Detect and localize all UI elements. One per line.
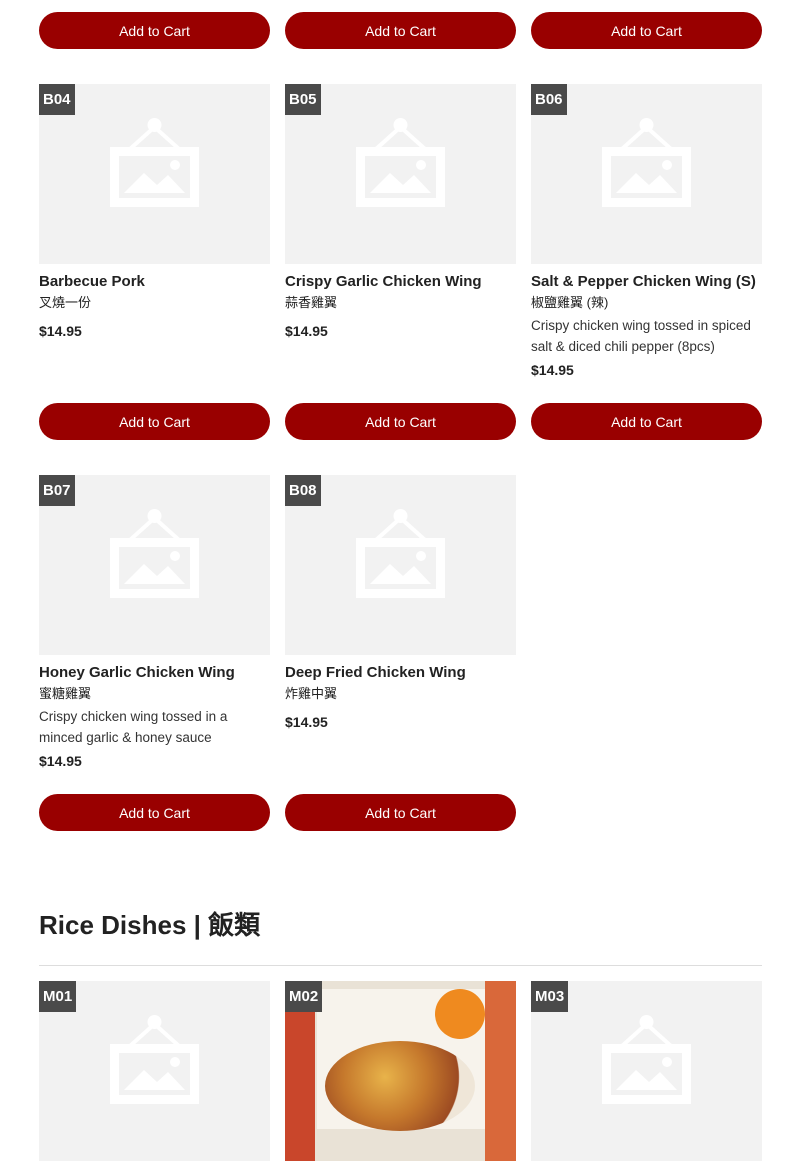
add-to-cart-button[interactable]: Add to Cart: [531, 403, 762, 440]
section-divider: [39, 965, 762, 966]
product-chinese-name: 椒鹽雞翼 (辣): [531, 295, 609, 310]
product-name: Salt & Pepper Chicken Wing (S): [531, 273, 756, 290]
product-image-placeholder[interactable]: B05: [285, 84, 516, 264]
product-image-placeholder[interactable]: M01: [39, 981, 270, 1161]
product-name: Crispy Garlic Chicken Wing: [285, 273, 482, 290]
add-to-cart-button[interactable]: Add to Cart: [531, 12, 762, 49]
product-card-b05: B05 Crispy Garlic Chicken Wing 蒜香雞翼 $14.…: [285, 84, 516, 378]
image-placeholder-icon: [356, 117, 445, 212]
product-chinese-name: 蜜糖雞翼: [39, 686, 92, 701]
add-to-cart-button[interactable]: Add to Cart: [285, 403, 516, 440]
product-image-placeholder[interactable]: M03: [531, 981, 762, 1161]
product-row-m01-m03: M01 M02 M03: [39, 981, 762, 1161]
add-to-cart-button[interactable]: Add to Cart: [39, 403, 270, 440]
product-card-b07: B07 Honey Garlic Chicken Wing 蜜糖雞翼 Crisp…: [39, 475, 270, 769]
product-card-b04: B04 Barbecue Pork 叉燒一份 $14.95: [39, 84, 270, 378]
product-price: $14.95: [285, 714, 328, 730]
item-code-badge: M03: [531, 981, 569, 1012]
product-chinese-name: 叉燒一份: [39, 295, 92, 310]
item-code-badge: B07: [39, 475, 75, 506]
item-code-badge: B05: [285, 84, 321, 115]
photo-fried-rice: [325, 1041, 475, 1131]
image-placeholder-icon: [110, 117, 199, 212]
image-placeholder-icon: [602, 117, 691, 212]
item-code-badge: B04: [39, 84, 75, 115]
product-card-m02: M02: [285, 981, 516, 1161]
product-price: $14.95: [285, 323, 328, 339]
image-placeholder-icon: [110, 508, 199, 603]
product-card-m01: M01: [39, 981, 270, 1161]
item-code-badge: B06: [531, 84, 567, 115]
product-card-b08: B08 Deep Fried Chicken Wing 炸雞中翼 $14.95: [285, 475, 516, 769]
product-row-b07-b08: B07 Honey Garlic Chicken Wing 蜜糖雞翼 Crisp…: [39, 475, 516, 769]
photo-garnish: [435, 989, 485, 1039]
product-price: $14.95: [39, 323, 82, 339]
cart-row-b04-b06: Add to Cart Add to Cart Add to Cart: [39, 403, 762, 440]
item-code-badge: B08: [285, 475, 321, 506]
product-image-placeholder[interactable]: B06: [531, 84, 762, 264]
image-placeholder-icon: [356, 508, 445, 603]
product-chinese-name: 炸雞中翼: [285, 686, 338, 701]
item-code-badge: M01: [39, 981, 77, 1012]
add-to-cart-button[interactable]: Add to Cart: [39, 794, 270, 831]
product-row-b04-b06: B04 Barbecue Pork 叉燒一份 $14.95 B05 Crispy…: [39, 84, 762, 378]
product-price: $14.95: [39, 753, 82, 769]
product-photo[interactable]: M02: [285, 981, 516, 1161]
top-cart-row: Add to Cart Add to Cart Add to Cart: [39, 12, 762, 49]
product-card-m03: M03: [531, 981, 762, 1161]
product-name: Barbecue Pork: [39, 273, 145, 290]
product-price: $14.95: [531, 362, 574, 378]
product-name: Deep Fried Chicken Wing: [285, 664, 466, 681]
item-code-badge: M02: [285, 981, 323, 1012]
product-name: Honey Garlic Chicken Wing: [39, 664, 235, 681]
add-to-cart-button[interactable]: Add to Cart: [285, 794, 516, 831]
product-description: Crispy chicken wing tossed in a minced g…: [39, 709, 228, 745]
add-to-cart-button[interactable]: Add to Cart: [39, 12, 270, 49]
product-description: Crispy chicken wing tossed in spiced sal…: [531, 318, 751, 354]
product-image-placeholder[interactable]: B04: [39, 84, 270, 264]
product-image-placeholder[interactable]: B08: [285, 475, 516, 655]
product-image-placeholder[interactable]: B07: [39, 475, 270, 655]
product-chinese-name: 蒜香雞翼: [285, 295, 338, 310]
image-placeholder-icon: [602, 1014, 691, 1109]
add-to-cart-button[interactable]: Add to Cart: [285, 12, 516, 49]
product-card-b06: B06 Salt & Pepper Chicken Wing (S) 椒鹽雞翼 …: [531, 84, 762, 378]
image-placeholder-icon: [110, 1014, 199, 1109]
cart-row-b07-b08: Add to Cart Add to Cart: [39, 794, 516, 831]
section-title: Rice Dishes | 飯類: [39, 910, 261, 940]
